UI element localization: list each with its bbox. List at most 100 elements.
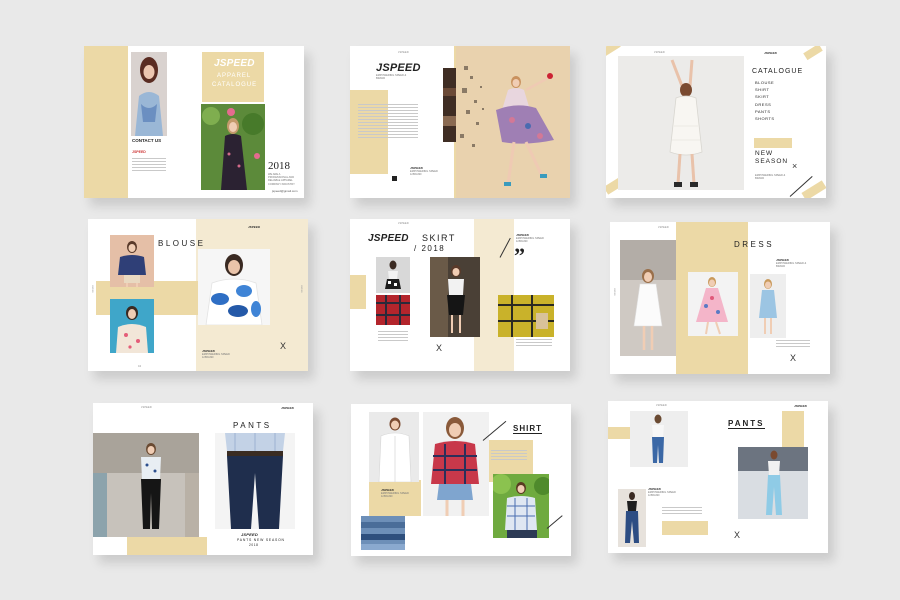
category-item-shorts[interactable]: SHORTS bbox=[755, 115, 775, 122]
company-logo: JSPEED bbox=[132, 150, 146, 154]
close-icon[interactable]: X bbox=[280, 342, 286, 351]
dress-model-3-photo bbox=[750, 274, 786, 338]
page-number: JSPEED bbox=[654, 51, 665, 54]
pants2-model-1-photo bbox=[630, 411, 688, 467]
slide-shirt[interactable]: SHIRT JSPEED EMPOWERING SPEED & BRAND bbox=[351, 404, 571, 556]
footer-tagline: EMPOWERING SPEED & BRAND bbox=[410, 170, 438, 177]
model-portrait-photo bbox=[131, 52, 167, 136]
slide-pants[interactable]: JSPEED JSPEED PANTS JSPEED PANTS NEW SEA… bbox=[93, 403, 313, 555]
brand-slogan: EMPOWERING SPEED & BRAND bbox=[376, 74, 407, 81]
page-number: JSPEED bbox=[141, 406, 152, 409]
pants-year: 2018 bbox=[249, 543, 259, 547]
catalogue-title-line2: CATALOGUE bbox=[212, 82, 258, 88]
category-list: BLOUSE SHIRT SKIRT DRESS PANTS SHORTS bbox=[755, 79, 775, 122]
catalogue-index-heading: CATALOGUE bbox=[752, 68, 804, 75]
category-item-shirt[interactable]: SHIRT bbox=[755, 86, 775, 93]
shirt-model-1-photo bbox=[369, 412, 419, 482]
section-title: SKIRT bbox=[422, 233, 456, 243]
fabric-strip-photo bbox=[443, 68, 456, 142]
close-icon[interactable]: X bbox=[790, 354, 796, 363]
page-number: JSPEED bbox=[398, 51, 409, 54]
page-number: JSPEED bbox=[656, 404, 667, 407]
model-floral-dress-photo bbox=[201, 104, 265, 190]
section-title: PANTS bbox=[728, 419, 765, 429]
section-year: / 2018 bbox=[414, 244, 446, 253]
pants-model-1-photo bbox=[93, 433, 199, 537]
pants2-description bbox=[662, 507, 702, 516]
decor-square bbox=[392, 176, 397, 181]
side-label-right: JSPEED bbox=[300, 285, 302, 293]
pants2-model-2-photo bbox=[618, 489, 646, 547]
slide-intro[interactable]: JSPEED JSPEED EMPOWERING SPEED & BRAND J… bbox=[350, 46, 570, 198]
side-label: JSPEED bbox=[91, 285, 93, 293]
skirt-fabric-photo bbox=[376, 295, 410, 325]
slide-blouse[interactable]: BLOUSE 04 JSPEED JSPEED JSPEED EMPOWERIN… bbox=[88, 219, 308, 371]
pants2-runway-photo bbox=[738, 447, 808, 519]
dress-model-2-photo bbox=[688, 272, 738, 336]
contact-heading: CONTACT US bbox=[132, 138, 162, 143]
section-title: SHIRT bbox=[513, 424, 542, 434]
header-logo: JSPEED bbox=[764, 51, 778, 55]
section-title: DRESS bbox=[734, 240, 775, 249]
slide-skirt[interactable]: JSPEED JSPEED SKIRT / 2018 ” JSPEED EMPO… bbox=[350, 219, 570, 371]
model-lace-dress-photo bbox=[618, 56, 744, 190]
close-icon[interactable]: X bbox=[436, 344, 442, 353]
blouse-model-1-photo bbox=[110, 235, 154, 287]
catalogue-title-line1: APPAREL bbox=[217, 73, 252, 79]
decor-rule-2 bbox=[546, 515, 563, 529]
contact-details bbox=[132, 158, 166, 173]
season-line2: SEASON bbox=[755, 158, 789, 165]
header-logo: JSPEED bbox=[281, 406, 295, 410]
header-logo: JSPEED bbox=[794, 404, 808, 408]
category-item-skirt[interactable]: SKIRT bbox=[755, 93, 775, 100]
close-icon[interactable]: × bbox=[792, 162, 797, 171]
page-number: JSPEED bbox=[398, 222, 409, 225]
dress-model-1-photo bbox=[620, 240, 676, 356]
skirt-model-2-photo bbox=[430, 257, 480, 337]
dress-description bbox=[776, 340, 810, 349]
side-label: JSPEED bbox=[613, 288, 615, 296]
skirt-notes bbox=[516, 339, 552, 348]
brand-logo: JSPEED bbox=[368, 233, 409, 244]
page-number-left: 04 bbox=[138, 365, 142, 368]
section-title: BLOUSE bbox=[158, 239, 206, 248]
brand-logo: JSPEED bbox=[376, 62, 421, 74]
category-item-dress[interactable]: DRESS bbox=[755, 101, 775, 108]
header-tagline: EMPOWERING SPEED & BRAND bbox=[776, 262, 807, 269]
season-line1: NEW bbox=[755, 150, 774, 157]
page-number: JSPEED bbox=[658, 226, 669, 229]
season-tagline: EMPOWERING SPEED & BRAND bbox=[755, 174, 786, 181]
footer-tagline: EMPOWERING SPEED & BRAND bbox=[648, 491, 676, 498]
quote-mark: ” bbox=[514, 243, 525, 268]
slide-catalogue-index[interactable]: JSPEED JSPEED CATALOGUE BLOUSE SHIRT SKI… bbox=[606, 46, 826, 198]
category-item-blouse[interactable]: BLOUSE bbox=[755, 79, 775, 86]
contact-email: jspeed@gmail.com bbox=[272, 189, 298, 193]
folded-shirts-photo bbox=[361, 516, 405, 550]
shirt-model-3-photo bbox=[493, 474, 549, 538]
footer-tagline: EMPOWERING SPEED & BRAND bbox=[202, 353, 230, 360]
model-jumping-photo bbox=[456, 46, 570, 198]
slide-dress[interactable]: JSPEED DRESS JSPEED EMPOWERING SPEED & B… bbox=[610, 222, 830, 374]
shirt-model-2-photo bbox=[423, 412, 489, 516]
header-tagline: EMPOWERING SPEED & BRAND bbox=[516, 237, 544, 244]
company-tagline: WE ARE A PROFESSIONAL AND RELIABLE APPAR… bbox=[268, 173, 295, 186]
header-logo: JSPEED bbox=[248, 225, 261, 229]
skirt-model-1-photo bbox=[376, 257, 410, 293]
close-icon[interactable]: X bbox=[734, 531, 740, 540]
catalogue-year: 2018 bbox=[268, 160, 290, 172]
pants-model-2-photo bbox=[215, 433, 295, 529]
blouse-model-3-photo bbox=[198, 249, 270, 325]
brand-logo: JSPEED bbox=[214, 58, 255, 69]
footer-tagline: EMPOWERING SPEED & BRAND bbox=[381, 492, 409, 499]
intro-paragraph bbox=[358, 104, 418, 140]
section-title: PANTS bbox=[233, 421, 272, 430]
footer-logo: JSPEED bbox=[241, 532, 258, 537]
skirt-description bbox=[378, 331, 408, 343]
category-item-pants[interactable]: PANTS bbox=[755, 108, 775, 115]
shirt-description bbox=[491, 450, 527, 462]
slide-apparel-catalogue[interactable]: JSPEED APPAREL CATALOGUE CONTACT US JSPE… bbox=[84, 46, 304, 198]
pants-caption: PANTS NEW SEASON bbox=[237, 538, 285, 542]
skirt-model-3-photo bbox=[498, 295, 554, 337]
catalogue-mockup: { "brand": "JSPEED", "palette": { "backg… bbox=[0, 0, 900, 600]
slide-pants-2[interactable]: JSPEED JSPEED PANTS X JSPEED EMPOWERING … bbox=[608, 401, 828, 553]
